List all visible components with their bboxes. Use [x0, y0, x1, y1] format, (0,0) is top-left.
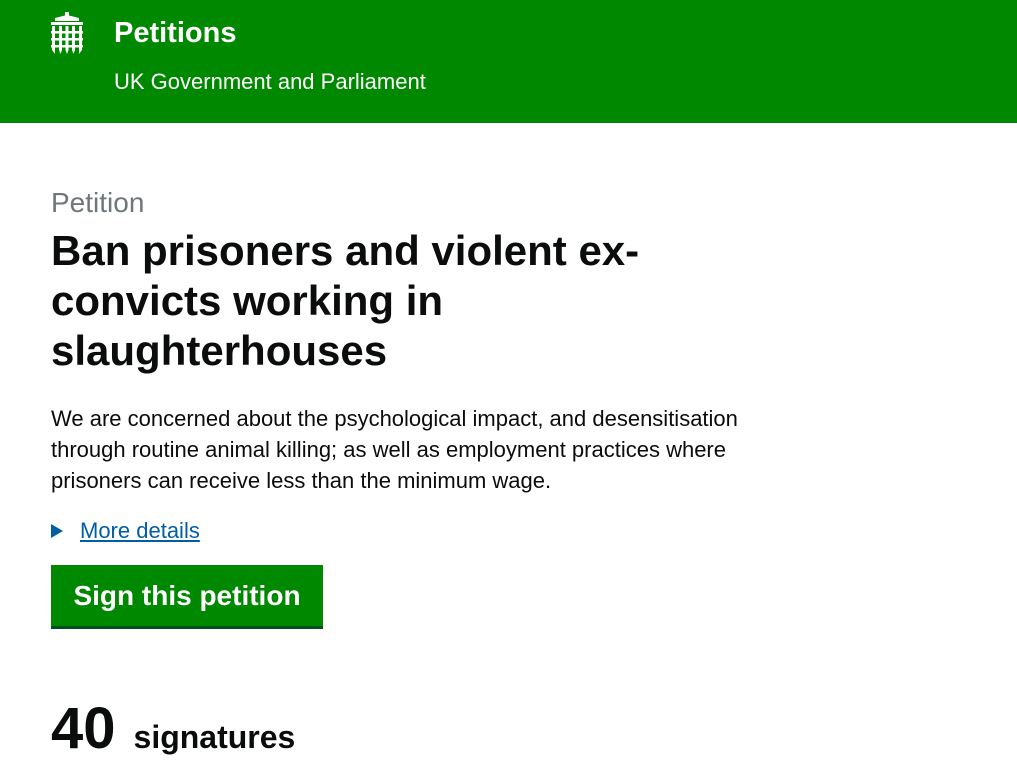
triangle-right-icon[interactable] [51, 524, 63, 538]
signature-count-block: 40 signatures [51, 697, 295, 761]
more-details-toggle[interactable]: More details [51, 516, 811, 546]
site-title-link[interactable]: Petitions [114, 15, 236, 51]
signature-count: 40 [51, 696, 116, 761]
site-header: Petitions UK Government and Parliament [0, 0, 1017, 123]
more-details-link[interactable]: More details [80, 518, 200, 544]
signature-label: signatures [133, 719, 296, 755]
petition-content: Petition Ban prisoners and violent ex-co… [51, 186, 811, 626]
petition-summary: We are concerned about the psychological… [51, 406, 738, 493]
page-caption: Petition [51, 187, 145, 218]
portcullis-icon [51, 12, 83, 54]
sign-petition-button[interactable]: Sign this petition [51, 565, 323, 626]
site-subtitle: UK Government and Parliament [114, 69, 426, 94]
petition-title: Ban prisoners and violent ex-convicts wo… [51, 227, 640, 374]
